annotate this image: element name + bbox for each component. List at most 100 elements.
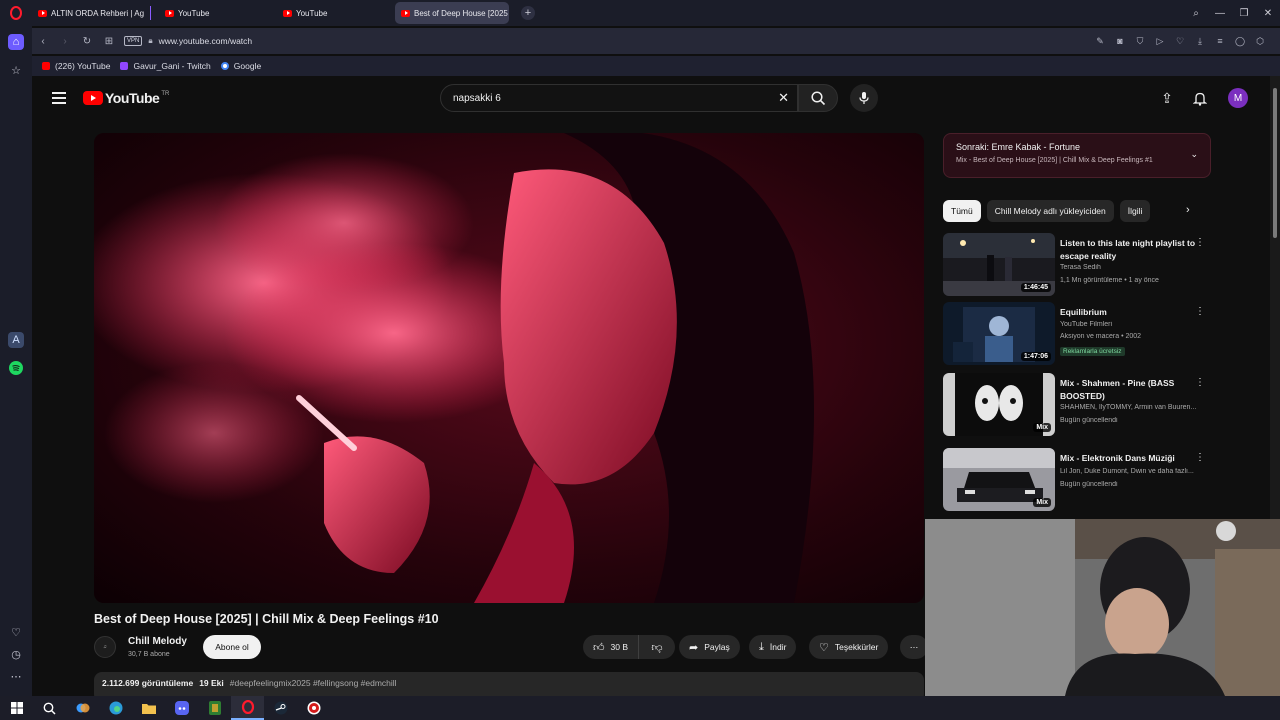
clear-search-icon[interactable]: ✕	[778, 90, 789, 106]
chip-all[interactable]: Tümü	[943, 200, 981, 222]
search-button[interactable]	[798, 84, 838, 112]
kebab-menu-icon[interactable]: ⋮	[1195, 452, 1205, 463]
description-box[interactable]: 2.112.699 görüntüleme 19 Eki #deepfeelingm…	[94, 672, 924, 696]
shield-icon[interactable]: ⛉	[1130, 36, 1150, 47]
recommendation-meta: Aksiyon ve macera • 2002	[1060, 333, 1142, 340]
hashtags[interactable]: #deepfeelingmix2025 #fellingsong #edmchi…	[230, 678, 397, 688]
kebab-menu-icon[interactable]: ⋮	[1195, 306, 1205, 317]
spotify-icon[interactable]	[8, 360, 24, 376]
back-icon[interactable]: ‹	[32, 36, 54, 47]
app-icon[interactable]	[198, 696, 231, 720]
voice-search-button[interactable]	[850, 84, 878, 112]
video-thumbnail[interactable]: Mix	[943, 373, 1055, 436]
camera-icon[interactable]: ◙	[1110, 36, 1130, 46]
copilot-icon[interactable]	[66, 696, 99, 720]
browser-tab[interactable]: ALTIN ORDA Rehberi | Ag	[32, 2, 146, 24]
tabs-grid-icon[interactable]: ⊞	[98, 36, 120, 47]
steam-icon[interactable]	[264, 696, 297, 720]
discord-icon[interactable]	[165, 696, 198, 720]
recommendation-item[interactable]: Mix Mix - Shahmen - Pine (BASS BOOSTED) …	[943, 373, 1211, 437]
chip-from-uploader[interactable]: Chill Melody adlı yükleyiciden	[986, 200, 1114, 222]
url-field[interactable]: www.youtube.com/watch	[159, 36, 253, 46]
dislike-button[interactable]: 👎︎	[639, 641, 675, 654]
recommendation-channel: YouTube Filmleri	[1060, 321, 1113, 328]
edge-icon[interactable]	[99, 696, 132, 720]
bookmark-label: (226) YouTube	[55, 61, 111, 71]
bookmark-google[interactable]: Google	[220, 61, 261, 71]
notifications-bell-icon[interactable]	[1190, 88, 1210, 108]
chevron-right-icon[interactable]: ›	[1186, 204, 1190, 216]
search-input[interactable]: napsakki 6 ✕	[440, 84, 798, 112]
file-explorer-icon[interactable]	[132, 696, 165, 720]
channel-avatar[interactable]: ♫	[94, 636, 116, 658]
taskbar-search-icon[interactable]	[33, 696, 66, 720]
search-tabs-icon[interactable]: ⌕	[1184, 8, 1208, 19]
subscribe-button[interactable]: Abone ol	[203, 635, 261, 659]
obs-icon[interactable]	[297, 696, 330, 720]
download-label: İndir	[769, 642, 787, 652]
account-avatar[interactable]: M	[1228, 88, 1248, 108]
opera-taskbar-icon[interactable]	[231, 696, 264, 720]
download-icon: ⤓	[759, 640, 764, 653]
heart-icon[interactable]: ♡	[1170, 36, 1190, 47]
play-icon[interactable]: ▷	[1150, 36, 1170, 47]
heart-icon[interactable]: ♡	[8, 624, 24, 640]
chevron-down-icon[interactable]: ⌄	[1190, 149, 1198, 160]
up-next-panel[interactable]: Sonraki: Emre Kabak - Fortune Mix - Best…	[943, 133, 1211, 178]
favorites-icon[interactable]: ☆	[8, 62, 24, 78]
recommendation-item[interactable]: Mix Mix - Elektronik Dans Müziği Lil Jon…	[943, 448, 1211, 512]
kebab-menu-icon[interactable]: ⋮	[1195, 377, 1205, 388]
more-icon[interactable]: ⋯	[8, 668, 24, 684]
youtube-favicon-icon	[42, 62, 50, 70]
video-player[interactable]	[94, 133, 924, 603]
vpn-badge[interactable]: VPN	[124, 36, 143, 46]
more-actions-button[interactable]: ⋯	[900, 635, 928, 659]
video-thumbnail[interactable]: 1:46:45	[943, 233, 1055, 296]
like-button[interactable]: 👍︎ 30 B	[583, 635, 639, 659]
browser-tab[interactable]: YouTube	[159, 2, 273, 24]
bookmark-youtube[interactable]: (226) YouTube	[42, 61, 110, 71]
bookmark-twitch[interactable]: Gavur_Gani - Twitch	[120, 61, 211, 71]
download-icon[interactable]: ⤓	[1190, 36, 1210, 47]
recommendation-channel: SHAHMEN, IlyTOMMY, Armin van Buuren...	[1060, 404, 1197, 411]
home-icon[interactable]: ⌂	[8, 34, 24, 50]
maximize-button[interactable]: ❐	[1232, 8, 1256, 19]
new-tab-button[interactable]: +	[521, 6, 535, 20]
edit-icon[interactable]: ✎	[1090, 36, 1110, 47]
forward-icon[interactable]: ›	[54, 36, 76, 47]
webcam-feed	[925, 519, 1280, 696]
recommendation-item[interactable]: 1:46:45 Listen to this late night playli…	[943, 233, 1211, 297]
kebab-menu-icon[interactable]: ⋮	[1195, 237, 1205, 248]
lock-icon[interactable]: 🔒︎	[148, 36, 152, 46]
download-button[interactable]: ⤓ İndir	[749, 635, 797, 659]
scrollbar-thumb[interactable]	[1273, 88, 1277, 238]
video-thumbnail[interactable]: Mix	[943, 448, 1055, 511]
close-window-button[interactable]: ✕	[1256, 8, 1280, 19]
chip-related[interactable]: İlgili	[1119, 200, 1151, 222]
google-favicon-icon	[220, 62, 229, 70]
channel-name[interactable]: Chill Melody	[128, 636, 187, 647]
profile-icon[interactable]: ◯	[1230, 36, 1250, 47]
aria-icon[interactable]: A	[8, 332, 24, 348]
tab-title: YouTube	[296, 8, 328, 18]
browser-tab-active[interactable]: Best of Deep House [2025	[395, 2, 509, 24]
upload-icon[interactable]: ⇪	[1157, 88, 1177, 108]
opera-logo-icon[interactable]	[0, 0, 32, 26]
extensions-icon[interactable]: ⬡	[1250, 36, 1270, 47]
share-button[interactable]: ➦ Paylaş	[679, 635, 740, 659]
minimize-button[interactable]: —	[1208, 8, 1232, 19]
history-icon[interactable]: ◷	[8, 646, 24, 662]
hamburger-menu-icon[interactable]	[52, 92, 66, 107]
microphone-icon	[859, 92, 869, 104]
reload-icon[interactable]: ↻	[76, 36, 98, 47]
browser-tab[interactable]: YouTube	[277, 2, 391, 24]
menu-icon[interactable]: ≡	[1210, 36, 1230, 46]
start-button[interactable]	[0, 696, 33, 720]
video-thumbnail[interactable]: 1:47:06	[943, 302, 1055, 365]
recommendation-meta: 1,1 Mn görüntüleme • 1 ay önce	[1060, 277, 1159, 284]
recommendation-item[interactable]: 1:47:06 Equilibrium YouTube Filmleri Aks…	[943, 302, 1211, 366]
share-label: Paylaş	[704, 642, 730, 652]
thanks-button[interactable]: ♡ Teşekkürler	[809, 635, 889, 659]
youtube-logo[interactable]: YouTube TR	[83, 90, 169, 106]
recommendation-title: Listen to this late night playlist to es…	[1060, 238, 1196, 261]
